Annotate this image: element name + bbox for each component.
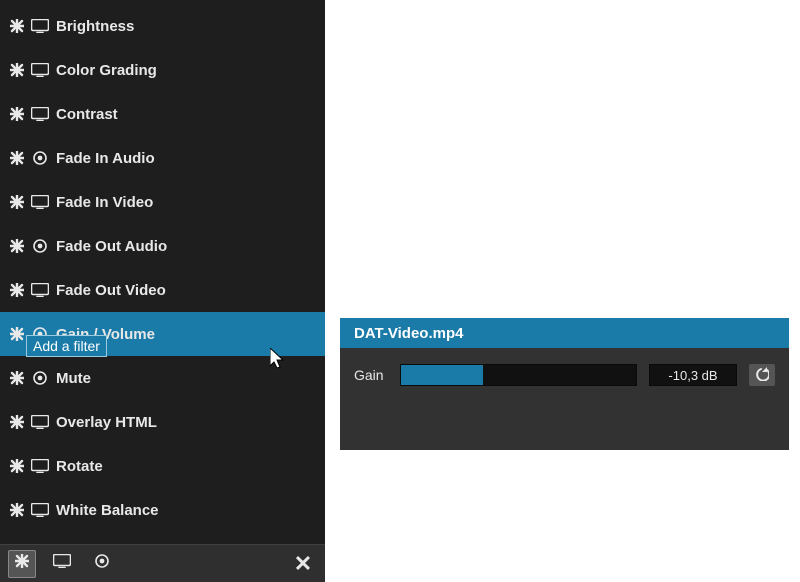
gain-label: Gain: [354, 367, 388, 383]
monitor-icon: [31, 107, 49, 121]
filter-item-label: Color Grading: [56, 62, 315, 79]
gain-value-field[interactable]: -10,3 dB: [649, 364, 737, 386]
asterisk-icon: [10, 283, 24, 297]
close-button[interactable]: ✕: [289, 551, 317, 577]
filter-category-audio-button[interactable]: [88, 550, 116, 578]
asterisk-icon: [10, 503, 24, 517]
filter-list: Brightness Color Grading Contrast Fade In A…: [0, 0, 325, 544]
filter-item[interactable]: Fade Out Video: [0, 268, 325, 312]
gain-reset-button[interactable]: [749, 364, 775, 386]
properties-title: DAT-Video.mp4: [340, 318, 789, 348]
asterisk-icon: [10, 151, 24, 165]
asterisk-icon: [10, 459, 24, 473]
monitor-icon: [31, 63, 49, 77]
tooltip: Add a filter: [26, 335, 107, 357]
filter-item[interactable]: Contrast: [0, 92, 325, 136]
close-icon: ✕: [294, 551, 312, 576]
speaker-icon: [31, 151, 49, 165]
speaker-icon: [31, 371, 49, 385]
filter-item[interactable]: Rotate: [0, 444, 325, 488]
filter-item[interactable]: Fade In Audio: [0, 136, 325, 180]
filter-item-label: Brightness: [56, 18, 315, 35]
filter-category-video-button[interactable]: [48, 550, 76, 578]
filter-item[interactable]: Brightness: [0, 4, 325, 48]
monitor-icon: [31, 283, 49, 297]
filter-item-label: Fade Out Video: [56, 282, 315, 299]
filter-item[interactable]: Fade Out Audio: [0, 224, 325, 268]
filter-item-label: Overlay HTML: [56, 414, 315, 431]
monitor-icon: [31, 503, 49, 517]
filter-item-label: Fade In Audio: [56, 150, 315, 167]
filter-item[interactable]: Mute: [0, 356, 325, 400]
asterisk-icon: [10, 107, 24, 121]
filter-category-all-button[interactable]: [8, 550, 36, 578]
filter-item-label: Fade In Video: [56, 194, 315, 211]
asterisk-icon: [10, 327, 24, 341]
speaker-icon: [31, 239, 49, 253]
asterisk-icon: [15, 554, 29, 573]
asterisk-icon: [10, 19, 24, 33]
asterisk-icon: [10, 415, 24, 429]
filter-item-label: Mute: [56, 370, 315, 387]
filter-panel: Brightness Color Grading Contrast Fade In A…: [0, 0, 325, 582]
reset-icon: [755, 367, 769, 384]
asterisk-icon: [10, 195, 24, 209]
monitor-icon: [53, 554, 71, 573]
monitor-icon: [31, 19, 49, 33]
monitor-icon: [31, 195, 49, 209]
filter-item-label: Contrast: [56, 106, 315, 123]
filter-item[interactable]: Fade In Video: [0, 180, 325, 224]
filter-item[interactable]: White Balance: [0, 488, 325, 532]
filter-item[interactable]: Gain / VolumeAdd a filter: [0, 312, 325, 356]
filter-item-label: Fade Out Audio: [56, 238, 315, 255]
monitor-icon: [31, 415, 49, 429]
gain-slider[interactable]: [400, 364, 637, 386]
speaker-icon: [94, 554, 110, 573]
filter-item[interactable]: Color Grading: [0, 48, 325, 92]
asterisk-icon: [10, 371, 24, 385]
gain-slider-fill: [401, 365, 483, 385]
asterisk-icon: [10, 239, 24, 253]
filter-toolbar: ✕: [0, 544, 325, 582]
properties-body: Gain -10,3 dB: [340, 348, 789, 402]
filter-properties-panel: DAT-Video.mp4 Gain -10,3 dB: [340, 318, 789, 450]
monitor-icon: [31, 459, 49, 473]
asterisk-icon: [10, 63, 24, 77]
filter-item-label: Rotate: [56, 458, 315, 475]
filter-item-label: White Balance: [56, 502, 315, 519]
filter-item[interactable]: Overlay HTML: [0, 400, 325, 444]
